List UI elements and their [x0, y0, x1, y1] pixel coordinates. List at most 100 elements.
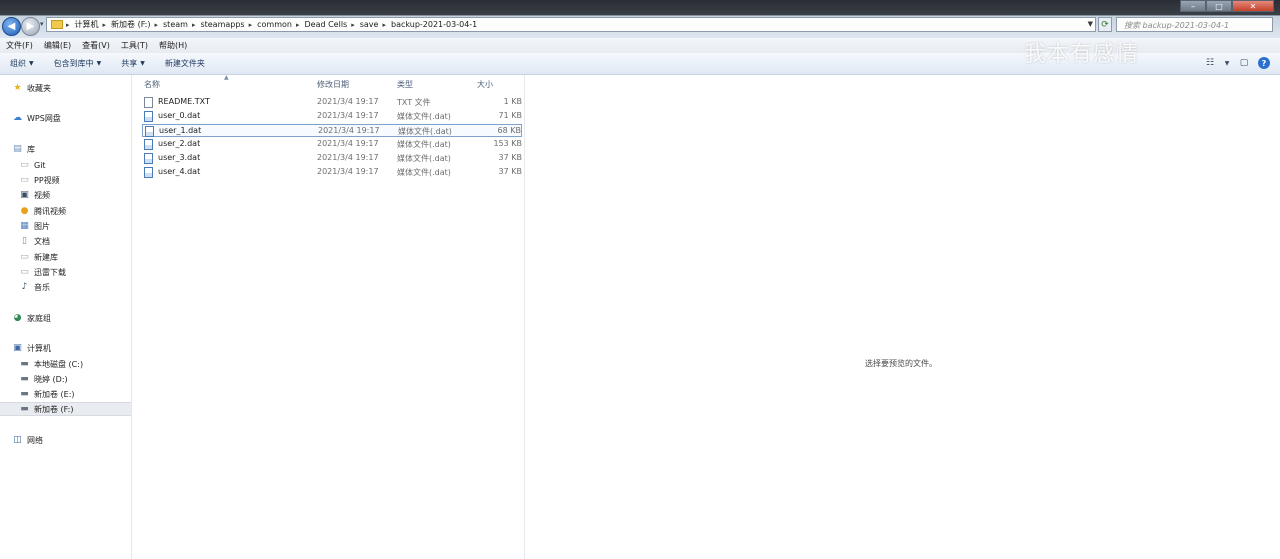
minimize-button[interactable]: –	[1180, 0, 1206, 12]
file-row[interactable]: user_0.dat 2021/3/4 19:17 媒体文件(.dat) 71 …	[142, 110, 522, 123]
file-name: user_4.dat	[158, 167, 201, 176]
file-name: README.TXT	[158, 97, 210, 106]
breadcrumb-drive-f[interactable]: ▸ 新加卷 (F:)	[103, 19, 151, 30]
file-date: 2021/3/4 19:17	[317, 97, 379, 106]
drive-icon: ▬	[20, 374, 29, 384]
file-row[interactable]: README.TXT 2021/3/4 19:17 TXT 文件 1 KB	[142, 96, 522, 109]
file-name: user_1.dat	[159, 126, 202, 135]
help-icon[interactable]: ?	[1258, 57, 1270, 69]
nav-library-git[interactable]: ▭ Git	[19, 158, 131, 172]
drive-icon: ▬	[20, 359, 29, 369]
nav-favorites[interactable]: ★ 收藏夹	[12, 81, 131, 95]
maximize-button[interactable]: □	[1206, 0, 1232, 12]
file-date: 2021/3/4 19:17	[317, 167, 379, 176]
file-list: ▲ 名称 修改日期 类型 大小 README.TXT 2021/3/4 19:1…	[132, 74, 525, 559]
file-name: user_2.dat	[158, 139, 201, 148]
file-size: 71 KB	[498, 111, 522, 120]
network-icon: ◫	[13, 435, 22, 445]
file-date: 2021/3/4 19:17	[317, 139, 379, 148]
file-type: 媒体文件(.dat)	[397, 154, 451, 163]
column-size[interactable]: 大小	[477, 79, 493, 90]
folder-icon: ▭	[20, 267, 29, 277]
nav-drive-e[interactable]: ▬ 新加卷 (E:)	[19, 387, 131, 401]
view-controls: ☷ ▼ ▢ ?	[1204, 57, 1270, 69]
nav-library-tencent-video[interactable]: ● 腾讯视频	[19, 204, 131, 218]
menu-help[interactable]: 帮助(H)	[153, 40, 192, 51]
file-size: 153 KB	[493, 139, 522, 148]
file-size: 37 KB	[498, 167, 522, 176]
music-icon: ♪	[21, 282, 28, 292]
sort-arrow-icon: ▲	[224, 74, 229, 81]
folder-icon: ▭	[20, 175, 29, 185]
file-type: 媒体文件(.dat)	[397, 112, 451, 121]
text-file-icon	[144, 97, 153, 108]
chevron-down-icon: ▼	[140, 60, 145, 67]
nav-library-videos[interactable]: ▣ 视频	[19, 188, 131, 202]
address-dropdown-icon[interactable]: ▼	[1088, 20, 1093, 28]
breadcrumb-dead-cells[interactable]: ▸ Dead Cells	[296, 20, 347, 29]
menu-edit[interactable]: 编辑(E)	[38, 40, 76, 51]
file-size: 68 KB	[497, 126, 521, 135]
computer-icon: ▣	[13, 343, 22, 353]
breadcrumb-save[interactable]: ▸ save	[351, 20, 378, 29]
nav-computer[interactable]: ▣ 计算机	[12, 341, 131, 355]
include-in-library-button[interactable]: 包含到库中 ▼	[44, 58, 112, 69]
folder-icon: ▭	[20, 252, 29, 262]
column-headers: ▲ 名称 修改日期 类型 大小	[132, 74, 524, 91]
refresh-button[interactable]: ⟳	[1098, 17, 1112, 32]
address-bar-region: ◀ ▶ ▾ ▸ 计算机 ▸ 新加卷 (F:) ▸ steam ▸ steamapps ▸…	[0, 0, 1280, 38]
preview-pane: 选择要预览的文件。	[525, 75, 1280, 559]
search-input[interactable]: 搜索 backup-2021-03-04-1	[1116, 17, 1273, 32]
file-row[interactable]: user_1.dat 2021/3/4 19:17 媒体文件(.dat) 68 …	[142, 124, 522, 137]
view-options-icon[interactable]: ☷	[1204, 57, 1216, 69]
file-size: 37 KB	[498, 153, 522, 162]
column-name[interactable]: 名称	[144, 79, 160, 90]
star-icon: ★	[13, 83, 22, 93]
nav-library-music[interactable]: ♪ 音乐	[19, 280, 131, 294]
nav-drive-f[interactable]: ▬ 新加卷 (F:)	[0, 402, 131, 416]
nav-network[interactable]: ◫ 网络	[12, 433, 131, 447]
menu-file[interactable]: 文件(F)	[0, 40, 38, 51]
nav-library-pp-video[interactable]: ▭ PP视频	[19, 173, 131, 187]
column-date[interactable]: 修改日期	[317, 79, 349, 90]
nav-wps-cloud[interactable]: ☁ WPS网盘	[12, 111, 131, 125]
nav-drive-c[interactable]: ▬ 本地磁盘 (C:)	[19, 357, 131, 371]
file-row[interactable]: user_4.dat 2021/3/4 19:17 媒体文件(.dat) 37 …	[142, 166, 522, 179]
file-row[interactable]: user_2.dat 2021/3/4 19:17 媒体文件(.dat) 153…	[142, 138, 522, 151]
nav-homegroup[interactable]: ◕ 家庭组	[12, 311, 131, 325]
file-row[interactable]: user_3.dat 2021/3/4 19:17 媒体文件(.dat) 37 …	[142, 152, 522, 165]
nav-library[interactable]: ▤ 库	[12, 142, 131, 156]
nav-library-thunder-download[interactable]: ▭ 迅雷下载	[19, 265, 131, 279]
nav-library-pictures[interactable]: ▦ 图片	[19, 219, 131, 233]
address-box[interactable]: ▸ 计算机 ▸ 新加卷 (F:) ▸ steam ▸ steamapps ▸ common…	[46, 17, 1096, 32]
menu-view[interactable]: 查看(V)	[76, 40, 115, 51]
document-icon: ▯	[22, 236, 27, 246]
breadcrumb-backup[interactable]: ▸ backup-2021-03-04-1	[382, 20, 477, 29]
chevron-down-icon: ▼	[29, 60, 34, 67]
chevron-down-icon[interactable]: ▼	[1224, 57, 1230, 69]
new-folder-button[interactable]: 新建文件夹	[155, 58, 215, 69]
file-type: 媒体文件(.dat)	[398, 127, 452, 136]
breadcrumb-common[interactable]: ▸ common	[249, 20, 292, 29]
window-controls: – □ ✕	[1180, 0, 1274, 12]
close-button[interactable]: ✕	[1232, 0, 1274, 12]
breadcrumb-steam[interactable]: ▸ steam	[155, 20, 188, 29]
nav-drive-d[interactable]: ▬ 晓婷 (D:)	[19, 372, 131, 386]
nav-library-new-library[interactable]: ▭ 新建库	[19, 250, 131, 264]
media-file-icon	[144, 153, 153, 164]
breadcrumb-computer[interactable]: ▸ 计算机	[66, 19, 99, 30]
organize-button[interactable]: 组织 ▼	[0, 58, 44, 69]
preview-pane-icon[interactable]: ▢	[1238, 57, 1250, 69]
breadcrumb-steamapps[interactable]: ▸ steamapps	[192, 20, 245, 29]
file-name: user_0.dat	[158, 111, 201, 120]
tencent-video-icon: ●	[20, 206, 29, 216]
nav-library-documents[interactable]: ▯ 文档	[19, 234, 131, 248]
file-name: user_3.dat	[158, 153, 201, 162]
back-button[interactable]: ◀	[2, 17, 21, 36]
menu-tools[interactable]: 工具(T)	[115, 40, 153, 51]
share-button[interactable]: 共享 ▼	[111, 58, 155, 69]
column-type[interactable]: 类型	[397, 79, 413, 90]
media-file-icon	[144, 167, 153, 178]
forward-button[interactable]: ▶	[21, 17, 40, 36]
drive-icon: ▬	[20, 404, 29, 414]
